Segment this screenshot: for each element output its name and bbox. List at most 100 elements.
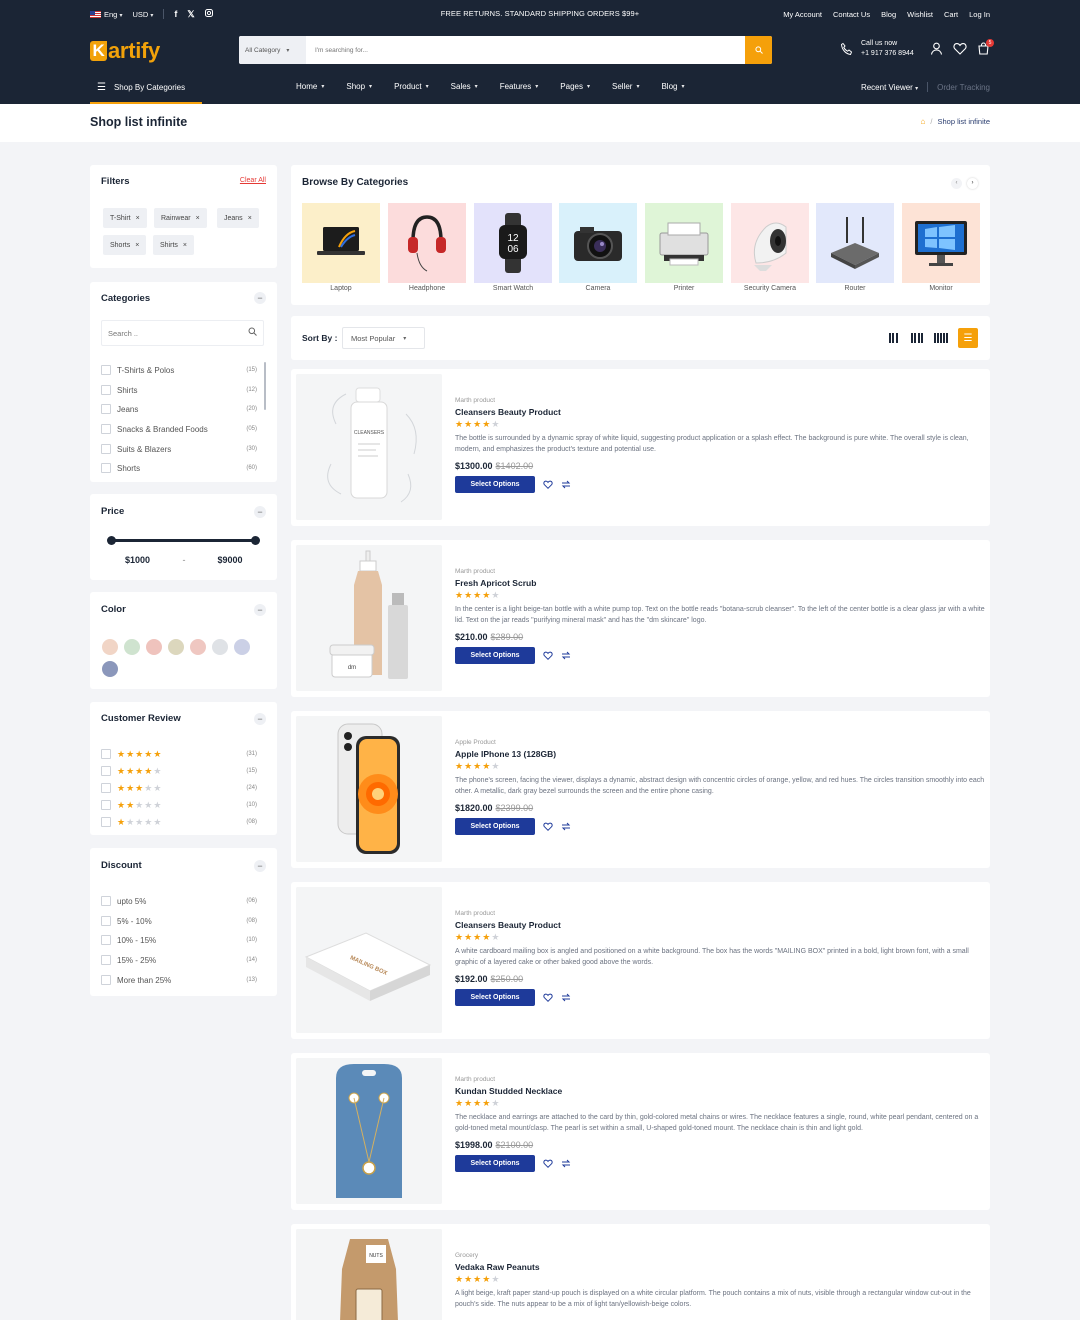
user-icon[interactable] [930,42,943,55]
search-input[interactable] [306,36,745,64]
heart-icon[interactable] [953,42,967,55]
product-name[interactable]: Fresh Apricot Scrub [455,578,985,588]
select-options-button[interactable]: Select Options [455,989,535,1006]
category-card[interactable] [559,203,637,283]
nav-pages[interactable]: Pages ▾ [560,82,590,91]
product-name[interactable]: Kundan Studded Necklace [455,1086,985,1096]
review-filter-item[interactable]: ★★★★★ (31) [101,747,257,761]
collapse-button[interactable]: − [254,292,266,304]
contact-link[interactable]: Contact Us [833,10,870,19]
product-image[interactable]: CLEANSERS [296,374,442,520]
wishlist-link[interactable]: Wishlist [907,10,933,19]
cart-button[interactable]: 5 [977,39,994,57]
product-category[interactable]: Marth product [455,397,985,404]
product-category[interactable]: Marth product [455,910,985,917]
my-account-link[interactable]: My Account [783,10,822,19]
checkbox[interactable] [101,817,111,827]
review-filter-item[interactable]: ★★★★★ (15) [101,764,257,778]
compare-icon[interactable] [561,1159,571,1168]
category-search-input[interactable]: Search .. [101,320,264,346]
color-swatch[interactable] [102,661,118,677]
nav-features[interactable]: Features ▾ [500,82,539,91]
login-link[interactable]: Log In [969,10,990,19]
product-category[interactable]: Apple Product [455,739,985,746]
product-name[interactable]: Apple IPhone 13 (128GB) [455,749,985,759]
min-price[interactable]: $1000 [101,549,174,571]
category-label[interactable]: Router [816,285,894,292]
category-card[interactable] [902,203,980,283]
product-category[interactable]: Marth product [455,568,985,575]
category-item[interactable]: T-Shirts & Polos (15) [101,363,257,377]
review-filter-item[interactable]: ★★★★★ (24) [101,781,257,795]
call-us[interactable]: Call us now +1 917 376 8944 [840,39,914,59]
category-item[interactable]: Snacks & Branded Foods (05) [101,422,257,436]
filter-chip[interactable]: Shirts × [153,235,194,255]
logo[interactable]: Kartify [90,38,160,64]
category-card[interactable] [816,203,894,283]
category-card[interactable] [645,203,723,283]
price-slider[interactable] [107,536,260,545]
search-button[interactable] [745,36,772,64]
blog-link[interactable]: Blog [881,10,896,19]
collapse-button[interactable]: − [254,506,266,518]
cart-link[interactable]: Cart [944,10,958,19]
color-swatch[interactable] [190,639,206,655]
discount-item[interactable]: 10% - 15% (10) [101,933,257,947]
color-swatch[interactable] [168,639,184,655]
filter-chip[interactable]: T-Shirt × [103,208,147,228]
heart-icon[interactable] [543,480,553,489]
product-name[interactable]: Cleansers Beauty Product [455,920,985,930]
category-item[interactable]: Shorts (60) [101,461,257,475]
product-image[interactable] [296,1058,442,1204]
category-item[interactable]: Shirts (12) [101,383,257,397]
checkbox[interactable] [101,783,111,793]
category-card[interactable] [731,203,809,283]
category-card[interactable]: 12 06 [474,203,552,283]
select-options-button[interactable]: Select Options [455,818,535,835]
grid-4-view-icon[interactable] [910,333,924,343]
scrollbar[interactable] [264,362,266,410]
product-image[interactable]: NUTS [296,1229,442,1320]
product-name[interactable]: Cleansers Beauty Product [455,407,985,417]
grid-3-view-icon[interactable] [886,333,900,343]
nav-shop[interactable]: Shop ▾ [346,82,372,91]
nav-home[interactable]: Home ▾ [296,82,324,91]
color-swatch[interactable] [146,639,162,655]
color-swatch[interactable] [102,639,118,655]
category-label[interactable]: Laptop [302,285,380,292]
shop-by-categories-button[interactable]: ☰ Shop By Categories [90,72,202,104]
prev-arrow-icon[interactable]: ‹ [951,178,962,189]
heart-icon[interactable] [543,822,553,831]
category-item[interactable]: Jeans (20) [101,402,257,416]
max-price[interactable]: $9000 [194,549,266,571]
discount-item[interactable]: 5% - 10% (08) [101,914,257,928]
product-image[interactable]: dm [296,545,442,691]
nav-sales[interactable]: Sales ▾ [451,82,478,91]
checkbox[interactable] [101,766,111,776]
discount-item[interactable]: upto 5% (06) [101,894,257,908]
product-image[interactable] [296,716,442,862]
color-swatch[interactable] [124,639,140,655]
category-item[interactable]: Suits & Blazers (30) [101,442,257,456]
select-options-button[interactable]: Select Options [455,647,535,664]
checkbox[interactable] [101,800,111,810]
category-label[interactable]: Headphone [388,285,466,292]
compare-icon[interactable] [561,822,571,831]
heart-icon[interactable] [543,651,553,660]
heart-icon[interactable] [543,1159,553,1168]
filter-chip[interactable]: Rainwear × [154,208,207,228]
list-view-icon[interactable]: ☰ [958,328,978,348]
collapse-button[interactable]: − [254,713,266,725]
color-swatch[interactable] [212,639,228,655]
compare-icon[interactable] [561,993,571,1002]
filter-chip[interactable]: Jeans × [217,208,259,228]
slider-handle[interactable] [107,536,116,545]
order-tracking-link[interactable]: Order Tracking [937,83,990,92]
category-label[interactable]: Smart Watch [474,285,552,292]
nav-blog[interactable]: Blog ▾ [661,82,684,91]
compare-icon[interactable] [561,480,571,489]
slider-handle[interactable] [251,536,260,545]
clear-all-link[interactable]: Clear All [240,177,266,184]
collapse-button[interactable]: − [254,860,266,872]
category-label[interactable]: Monitor [902,285,980,292]
